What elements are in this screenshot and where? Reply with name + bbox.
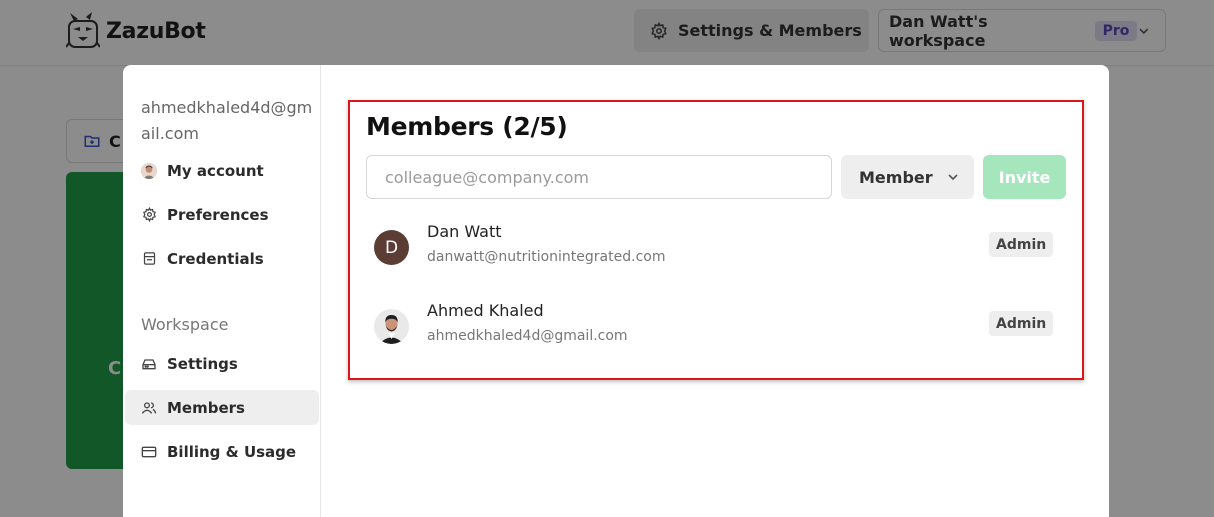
sidebar-item-label: My account xyxy=(167,161,264,180)
role-badge[interactable]: Admin xyxy=(989,311,1054,336)
sidebar-item-preferences[interactable]: Preferences xyxy=(125,197,319,232)
workspace-section-heading: Workspace xyxy=(141,315,229,334)
settings-modal: ahmedkhaled4d@gmail.com My account Prefe… xyxy=(123,65,1109,517)
sidebar-item-members[interactable]: Members xyxy=(125,390,319,425)
invite-email-input[interactable] xyxy=(366,155,832,199)
avatar xyxy=(374,309,409,344)
sidebar-item-my-account[interactable]: My account xyxy=(125,153,319,188)
role-select[interactable]: Member xyxy=(841,155,974,199)
sidebar-item-settings[interactable]: Settings xyxy=(125,346,319,381)
sidebar-item-label: Billing & Usage xyxy=(167,442,297,461)
invite-button[interactable]: Invite xyxy=(983,155,1066,199)
account-email: ahmedkhaled4d@gmail.com xyxy=(141,98,313,143)
sidebar-item-billing[interactable]: Billing & Usage xyxy=(125,434,319,469)
member-name: Ahmed Khaled xyxy=(427,301,544,320)
chevron-down-icon xyxy=(948,174,958,181)
members-panel: Members (2/5) Member Invite D Dan Watt d… xyxy=(348,100,1084,380)
avatar: D xyxy=(374,230,409,265)
sidebar-item-label: Preferences xyxy=(167,205,269,224)
avatar xyxy=(141,162,157,179)
sidebar-item-label: Credentials xyxy=(167,249,264,268)
member-row: Ahmed Khaled ahmedkhaled4d@gmail.com Adm… xyxy=(366,301,1066,361)
member-name: Dan Watt xyxy=(427,222,502,241)
settings-sidebar: ahmedkhaled4d@gmail.com My account Prefe… xyxy=(123,65,321,517)
drive-icon xyxy=(142,358,156,369)
sidebar-item-credentials[interactable]: Credentials xyxy=(125,241,319,276)
users-icon xyxy=(141,401,157,414)
member-photo xyxy=(374,309,409,344)
avatar-initial: D xyxy=(384,237,399,258)
member-email: ahmedkhaled4d@gmail.com xyxy=(427,328,628,344)
role-badge[interactable]: Admin xyxy=(989,232,1054,257)
member-row: D Dan Watt danwatt@nutritionintegrated.c… xyxy=(366,222,1066,282)
role-select-value: Member xyxy=(859,167,933,187)
page-title: Members (2/5) xyxy=(366,112,568,141)
sidebar-item-label: Settings xyxy=(167,354,238,373)
credentials-icon xyxy=(143,252,155,265)
gear-icon xyxy=(142,207,156,222)
sidebar-item-label: Members xyxy=(167,398,245,417)
member-email: danwatt@nutritionintegrated.com xyxy=(427,249,666,265)
credit-card-icon xyxy=(141,446,157,457)
